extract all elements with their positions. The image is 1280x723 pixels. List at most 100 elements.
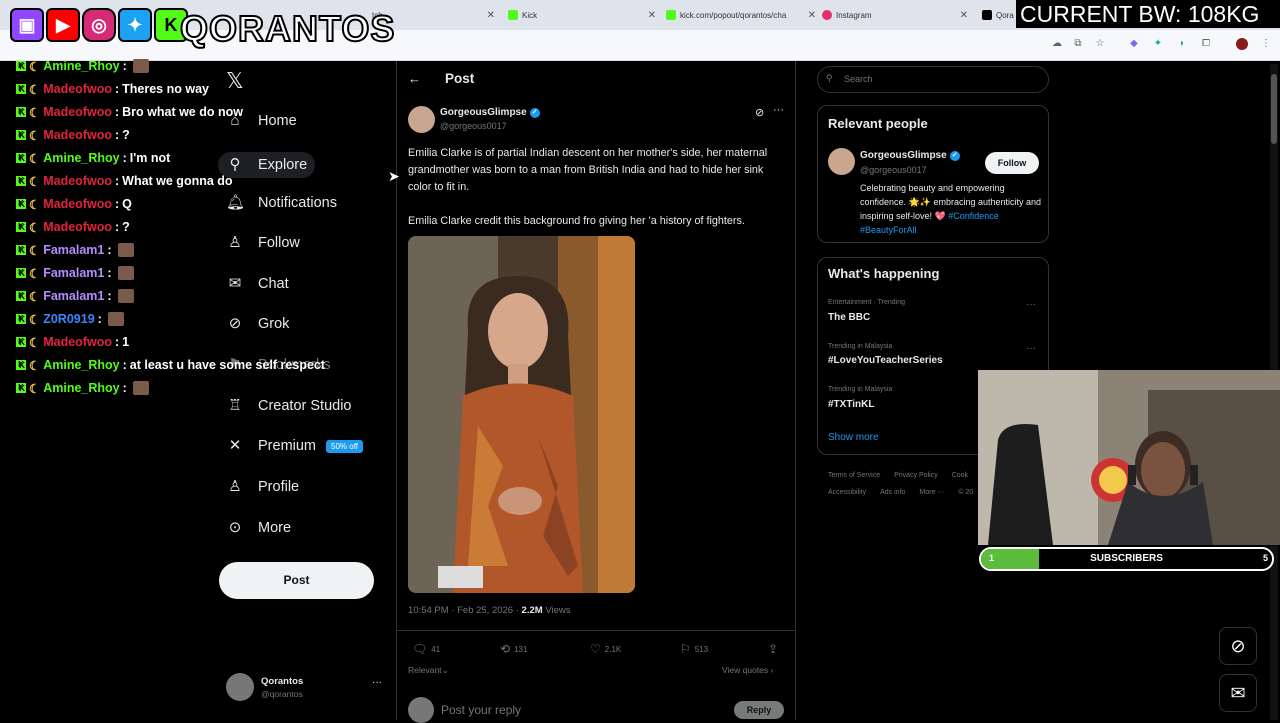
chat-username[interactable]: Madeofwoo bbox=[43, 128, 112, 142]
person-name-row[interactable]: GorgeousGlimpse ✓ bbox=[860, 150, 960, 161]
close-icon[interactable]: ✕ bbox=[960, 10, 968, 21]
x-logo-icon[interactable]: 𝕏 bbox=[226, 68, 244, 94]
cloud-icon[interactable]: ☁ bbox=[1051, 38, 1063, 50]
chat-separator: : bbox=[114, 197, 120, 211]
browser-tab[interactable]: kick.com/popout/qorantos/cha ✕ bbox=[666, 4, 816, 26]
nav-label: Chat bbox=[258, 276, 289, 292]
chat-username[interactable]: Famalam1 bbox=[43, 289, 104, 303]
reply-count: 41 bbox=[431, 644, 441, 654]
back-arrow-icon[interactable]: ← bbox=[408, 71, 421, 86]
footer-link[interactable]: Ads info bbox=[880, 489, 905, 496]
grok-explain-icon[interactable]: ⊘ bbox=[755, 106, 764, 119]
reply-action[interactable]: 🗨︎ 41 bbox=[412, 642, 440, 656]
reply-button[interactable]: Reply bbox=[734, 701, 784, 719]
footer-link[interactable]: More ··· bbox=[919, 489, 944, 496]
trend-category: Trending in Malaysia bbox=[828, 343, 893, 350]
chat-username[interactable]: Madeofwoo bbox=[43, 82, 112, 96]
chat-username[interactable]: Famalam1 bbox=[43, 243, 104, 257]
chat-emote-icon bbox=[132, 381, 149, 395]
profile-icon: ♙ bbox=[228, 478, 242, 495]
nav-premium[interactable]: ✕ Premium 50% off bbox=[226, 437, 363, 455]
extension-icon[interactable]: ◗ bbox=[1176, 38, 1188, 50]
trend-title[interactable]: #LoveYouTeacherSeries bbox=[828, 355, 943, 366]
nav-chat[interactable]: ✉ Chat bbox=[226, 275, 289, 293]
close-icon[interactable]: ✕ bbox=[648, 10, 656, 21]
chat-username[interactable]: Madeofwoo bbox=[43, 220, 112, 234]
chat-username[interactable]: Madeofwoo bbox=[43, 197, 112, 211]
chat-username[interactable]: Amine_Rhoy bbox=[43, 381, 119, 395]
follow-button[interactable]: Follow bbox=[985, 152, 1039, 174]
close-icon[interactable]: ✕ bbox=[808, 10, 816, 21]
chat-separator: : bbox=[114, 174, 120, 188]
chat-emote-icon bbox=[117, 243, 134, 257]
nav-follow[interactable]: ♙ Follow bbox=[226, 234, 300, 252]
kebab-menu-icon[interactable]: ⋮ bbox=[1260, 38, 1272, 50]
extension-icon[interactable]: ◆ bbox=[1128, 38, 1140, 50]
kick-badge-icon: K bbox=[16, 222, 26, 232]
grok-fab-icon[interactable]: ⊘ bbox=[1219, 627, 1257, 665]
chat-username[interactable]: Famalam1 bbox=[43, 266, 104, 280]
author-name-row[interactable]: GorgeousGlimpse ✓ bbox=[440, 107, 540, 118]
messages-fab-icon[interactable]: ✉ bbox=[1219, 674, 1257, 712]
divider bbox=[397, 630, 795, 631]
more-icon: ⊙ bbox=[228, 519, 242, 536]
browser-tab[interactable]: Qora bbox=[982, 4, 1016, 26]
chat-username[interactable]: Madeofwoo bbox=[43, 174, 112, 188]
show-more-link[interactable]: Show more bbox=[828, 432, 879, 443]
kick-badge-icon: K bbox=[16, 130, 26, 140]
install-icon[interactable]: ⧉ bbox=[1072, 38, 1084, 50]
trend-title[interactable]: The BBC bbox=[828, 312, 870, 323]
search-input[interactable]: Search bbox=[817, 66, 1049, 93]
repost-action[interactable]: ⟲ 131 bbox=[500, 642, 527, 656]
avatar[interactable] bbox=[828, 148, 855, 175]
more-dots-icon: ··· bbox=[372, 677, 382, 688]
bookmark-count: 513 bbox=[694, 644, 709, 654]
share-action[interactable]: ⇪ bbox=[768, 642, 778, 656]
reply-input[interactable]: Post your reply bbox=[441, 703, 521, 717]
chat-username[interactable]: Amine_Rhoy bbox=[43, 358, 119, 372]
star-icon[interactable]: ☆ bbox=[1094, 38, 1106, 50]
nav-notifications[interactable]: 🔔︎ Notifications bbox=[226, 194, 337, 212]
chat-username[interactable]: Z0R0919 bbox=[43, 312, 94, 326]
close-icon[interactable]: ✕ bbox=[487, 10, 495, 21]
chat-message: K ☾ Madeofwoo: Q bbox=[16, 194, 132, 214]
more-dots-icon[interactable]: ··· bbox=[1026, 343, 1036, 354]
nav-grok[interactable]: ⊘ Grok bbox=[226, 315, 290, 333]
footer-link[interactable]: Privacy Policy bbox=[894, 472, 938, 479]
like-action[interactable]: ♡ 2.1K bbox=[590, 642, 621, 656]
browser-tab[interactable]: Kick ✕ bbox=[508, 4, 656, 26]
nav-creator-studio[interactable]: ♖ Creator Studio bbox=[226, 397, 351, 415]
chat-username[interactable]: Amine_Rhoy bbox=[43, 59, 119, 73]
nav-more[interactable]: ⊙ More bbox=[226, 519, 291, 537]
avatar[interactable] bbox=[408, 106, 435, 133]
trend-category: Entertainment · Trending bbox=[828, 299, 906, 306]
more-dots-icon[interactable]: ··· bbox=[1026, 299, 1036, 310]
streamer-brand: QORANTOS bbox=[179, 7, 396, 50]
account-switcher[interactable]: Qorantos @qorantos ··· bbox=[226, 673, 386, 705]
footer-link[interactable]: Terms of Service bbox=[828, 472, 880, 479]
footer-link[interactable]: Cook bbox=[952, 472, 968, 479]
moon-badge-icon: ☾ bbox=[29, 197, 41, 212]
avatar[interactable] bbox=[1236, 38, 1248, 50]
premium-badge: 50% off bbox=[326, 439, 363, 453]
scrollbar-thumb[interactable] bbox=[1271, 74, 1277, 144]
puzzle-icon[interactable]: ⧠ bbox=[1200, 38, 1212, 50]
bookmark-action[interactable]: ⚐ 513 bbox=[680, 642, 708, 656]
footer-link[interactable]: Accessibility bbox=[828, 489, 866, 496]
chat-username[interactable]: Madeofwoo bbox=[43, 105, 112, 119]
post-button[interactable]: Post bbox=[219, 562, 374, 599]
trend-title[interactable]: #TXTinKL bbox=[828, 399, 874, 410]
nav-profile[interactable]: ♙ Profile bbox=[226, 478, 299, 496]
tweet-image[interactable] bbox=[408, 236, 635, 593]
more-dots-icon[interactable]: ··· bbox=[773, 104, 784, 116]
moon-badge-icon: ☾ bbox=[29, 128, 41, 143]
chat-username[interactable]: Amine_Rhoy bbox=[43, 151, 119, 165]
extension-icon[interactable]: ✦ bbox=[1152, 38, 1164, 50]
person-name: GorgeousGlimpse bbox=[860, 150, 947, 161]
browser-tab[interactable]: Instagram ✕ bbox=[822, 4, 968, 26]
view-quotes-link[interactable]: View quotes › bbox=[722, 665, 773, 675]
chat-username[interactable]: Madeofwoo bbox=[43, 335, 112, 349]
author-handle: @gorgeous0017 bbox=[440, 121, 507, 131]
reply-sort-dropdown[interactable]: Relevant⌄ bbox=[408, 665, 449, 676]
chat-emote-icon bbox=[107, 312, 124, 326]
